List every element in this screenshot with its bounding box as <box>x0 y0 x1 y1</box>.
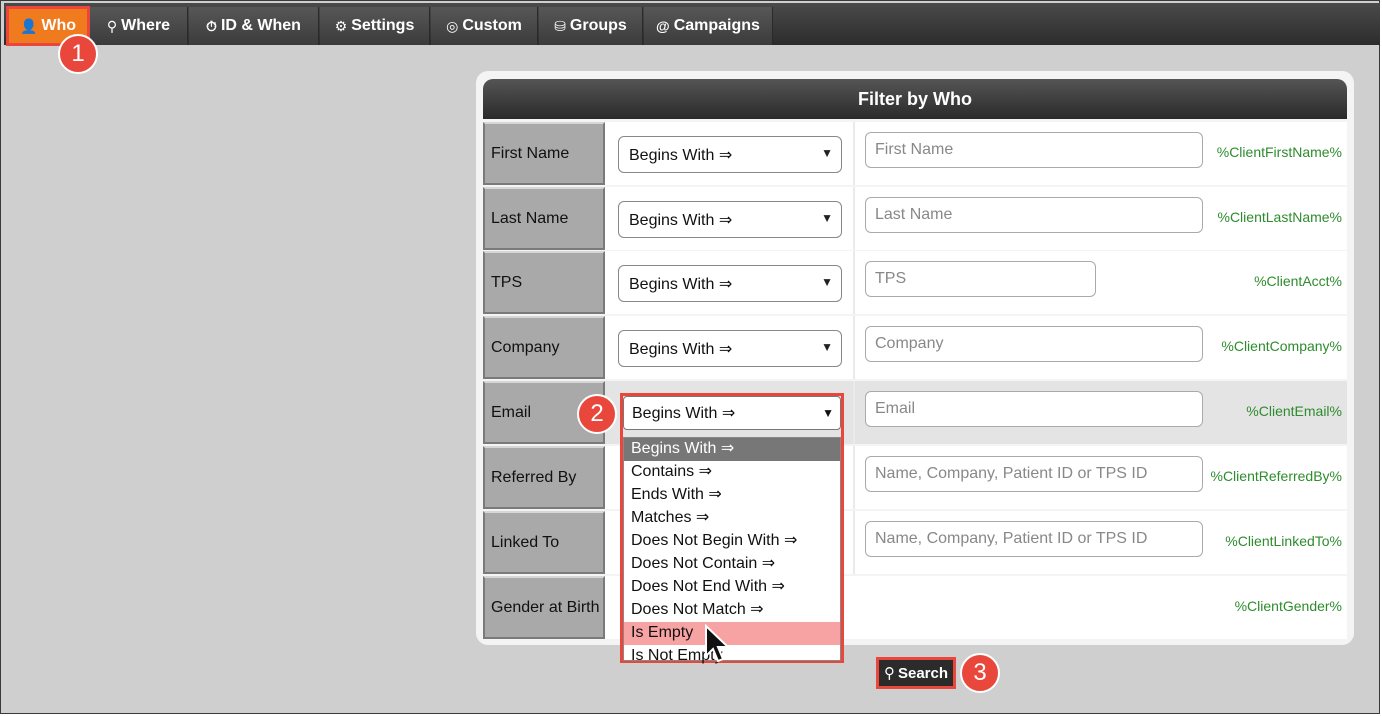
operator-value: Begins With ⇒ <box>629 340 733 358</box>
target-icon: ◎ <box>446 17 459 34</box>
linked-to-input[interactable]: Name, Company, Patient ID or TPS ID <box>865 521 1203 557</box>
input-placeholder: First Name <box>875 141 954 158</box>
dropdown-option[interactable]: Does Not Match ⇒ <box>624 599 840 622</box>
tab-label: Groups <box>569 17 627 34</box>
operator-value: Begins With ⇒ <box>629 275 733 293</box>
step-badge-1: 1 <box>58 34 98 74</box>
tab-custom[interactable]: ◎ Custom <box>431 7 538 45</box>
step-badge-2: 2 <box>577 394 617 434</box>
dropdown-option[interactable]: Does Not Contain ⇒ <box>624 553 840 576</box>
search-label: Search <box>897 664 949 682</box>
map-pin-icon: ⚲ <box>106 17 118 34</box>
tps-input[interactable]: TPS <box>865 261 1096 297</box>
variable-tag: %ClientGender% <box>1234 598 1342 614</box>
dropdown-option[interactable]: Does Not End With ⇒ <box>624 576 840 599</box>
variable-tag: %ClientLastName% <box>1217 209 1343 225</box>
column-divider <box>853 316 855 379</box>
panel-title: Filter by Who <box>483 79 1347 119</box>
variable-tag: %ClientReferredBy% <box>1210 468 1343 484</box>
filter-row-linked-to: Linked To Name, Company, Patient ID or T… <box>483 511 1347 574</box>
column-divider <box>853 122 855 185</box>
dropdown-option[interactable]: Contains ⇒ <box>624 461 840 484</box>
operator-select[interactable]: Begins With ⇒ ▼ <box>618 265 842 302</box>
step-badge-3: 3 <box>960 653 1000 693</box>
variable-tag: %ClientFirstName% <box>1216 144 1342 160</box>
row-label: Referred By <box>483 446 605 509</box>
column-divider <box>853 511 855 574</box>
filter-row-last-name: Last Name Begins With ⇒ ▼ Last Name %Clie… <box>483 187 1347 250</box>
chevron-down-icon: ▼ <box>821 275 833 289</box>
first-name-input[interactable]: First Name <box>865 132 1203 168</box>
tab-id-when[interactable]: ⏱ ID & When <box>189 7 319 45</box>
at-icon: @ <box>656 18 670 34</box>
operator-select[interactable]: Begins With ⇒ ▼ <box>618 201 842 238</box>
dropdown-option[interactable]: Ends With ⇒ <box>624 484 840 507</box>
filter-row-first-name: First Name Begins With ⇒ ▼ First Name %Cl… <box>483 122 1347 185</box>
tab-groups[interactable]: ⛁ Groups <box>539 7 643 45</box>
operator-select[interactable]: Begins With ⇒ ▼ <box>618 136 842 173</box>
filter-row-gender: Gender at Birth %ClientGender% <box>483 576 1347 639</box>
filter-panel: Filter by Who First Name Begins With ⇒ ▼ … <box>476 71 1354 645</box>
input-placeholder: Name, Company, Patient ID or TPS ID <box>875 530 1148 547</box>
operator-dropdown-list: Begins With ⇒ Contains ⇒ Ends With ⇒ Mat… <box>623 437 841 664</box>
tab-label: Custom <box>462 17 522 34</box>
tab-settings[interactable]: ⚙ Settings <box>320 7 430 45</box>
chevron-down-icon: ▼ <box>821 211 833 225</box>
column-divider <box>853 381 855 444</box>
tab-label: Who <box>41 17 77 34</box>
chevron-down-icon: ▼ <box>822 406 834 420</box>
column-divider <box>853 446 855 509</box>
group-icon: ⛁ <box>554 17 566 34</box>
clock-icon: ⏱ <box>206 17 217 34</box>
input-placeholder: Name, Company, Patient ID or TPS ID <box>875 465 1148 482</box>
operator-value: Begins With ⇒ <box>629 146 733 164</box>
last-name-input[interactable]: Last Name <box>865 197 1203 233</box>
email-operator-select[interactable]: Begins With ⇒ ▼ <box>623 396 841 430</box>
chevron-down-icon: ▼ <box>821 146 833 160</box>
operator-value: Begins With ⇒ <box>629 211 733 229</box>
chevron-down-icon: ▼ <box>821 340 833 354</box>
input-placeholder: TPS <box>875 270 907 287</box>
mouse-pointer-icon <box>705 624 730 663</box>
row-label: Company <box>483 316 605 379</box>
tab-label: ID & When <box>220 17 301 34</box>
input-placeholder: Last Name <box>875 206 953 223</box>
filter-row-tps: TPS Begins With ⇒ ▼ TPS %ClientAcct% <box>483 251 1347 314</box>
search-icon: ⚲ <box>883 665 895 682</box>
filter-row-referred-by: Referred By Name, Company, Patient ID or… <box>483 446 1347 509</box>
tab-label: Campaigns <box>673 17 760 34</box>
email-input[interactable]: Email <box>865 391 1203 427</box>
column-divider <box>853 187 855 250</box>
search-button[interactable]: ⚲ Search <box>876 657 956 689</box>
row-label: Last Name <box>483 187 605 250</box>
tab-bar: 👤 Who ⚲ Where ⏱ ID & When ⚙ Settings ◎ C… <box>4 3 1380 46</box>
dropdown-option[interactable]: Is Not Empty <box>624 645 840 668</box>
dropdown-option[interactable]: Does Not Begin With ⇒ <box>624 530 840 553</box>
variable-tag: %ClientAcct% <box>1254 273 1342 289</box>
row-label: Gender at Birth <box>483 576 605 639</box>
dropdown-option[interactable]: Begins With ⇒ <box>624 438 840 461</box>
referred-by-input[interactable]: Name, Company, Patient ID or TPS ID <box>865 456 1203 492</box>
tab-label: Settings <box>351 17 415 34</box>
filter-row-company: Company Begins With ⇒ ▼ Company %ClientCo… <box>483 316 1347 379</box>
user-icon: 👤 <box>19 17 38 34</box>
tab-campaigns[interactable]: @ Campaigns <box>644 7 773 45</box>
dropdown-option[interactable]: Matches ⇒ <box>624 507 840 530</box>
variable-tag: %ClientEmail% <box>1246 403 1342 419</box>
row-label: TPS <box>483 251 605 314</box>
tab-label: Where <box>121 17 171 34</box>
gear-icon: ⚙ <box>334 17 348 34</box>
operator-value: Begins With ⇒ <box>632 405 736 422</box>
operator-select[interactable]: Begins With ⇒ ▼ <box>618 330 842 367</box>
variable-tag: %ClientCompany% <box>1221 338 1342 354</box>
input-placeholder: Email <box>875 400 916 417</box>
dropdown-option-is-empty[interactable]: Is Empty <box>624 622 840 645</box>
row-label: Linked To <box>483 511 605 574</box>
column-divider <box>853 251 855 314</box>
variable-tag: %ClientLinkedTo% <box>1225 533 1342 549</box>
tab-where[interactable]: ⚲ Where <box>90 7 188 45</box>
company-input[interactable]: Company <box>865 326 1203 362</box>
input-placeholder: Company <box>875 335 944 352</box>
row-label: First Name <box>483 122 605 185</box>
